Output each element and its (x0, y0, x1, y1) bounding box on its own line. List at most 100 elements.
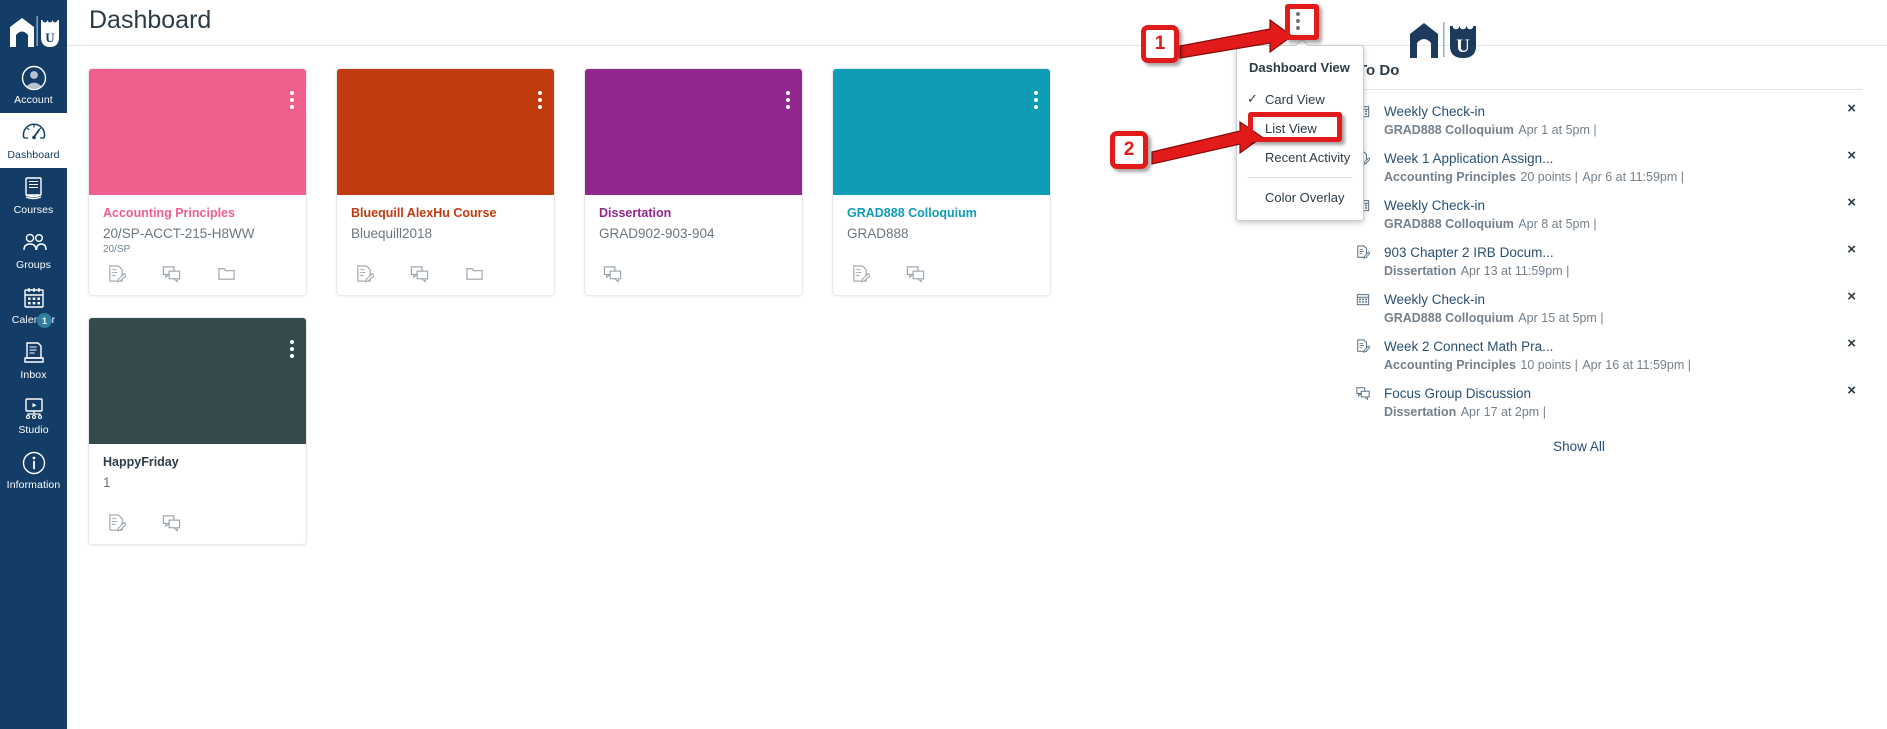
kebab-dot (1034, 105, 1038, 109)
sidebar-item-account[interactable]: Account (0, 58, 67, 113)
course-card-body: Bluequill AlexHu Course Bluequill2018 (337, 195, 554, 243)
todo-show-all-link[interactable]: Show All (1350, 439, 1870, 454)
todo-item-dismiss-button[interactable]: × (1847, 242, 1856, 258)
assignment-icon (1356, 245, 1371, 264)
menu-item-list-view[interactable]: List View (1237, 114, 1363, 143)
announcements-icon[interactable] (851, 264, 870, 283)
discussions-icon (1356, 386, 1370, 405)
todo-item-link[interactable]: Weekly Check-in (1384, 196, 1832, 215)
course-card[interactable]: Accounting Principles 20/SP-ACCT-215-H8W… (88, 68, 307, 296)
dashboard-view-menu: Dashboard View ✓ Card View List View Rec… (1236, 45, 1364, 221)
todo-item-course: Accounting Principles (1384, 358, 1516, 372)
sidebar-logo[interactable]: U (0, 0, 67, 58)
course-card-code: 20/SP-ACCT-215-H8WW (103, 226, 255, 241)
dashboard-gauge-icon (21, 120, 47, 146)
course-card-title[interactable]: GRAD888 Colloquium (847, 205, 1036, 221)
discussions-icon[interactable] (410, 264, 429, 283)
todo-item-link[interactable]: Week 2 Connect Math Pra... (1384, 337, 1832, 356)
todo-list-item: Week 2 Connect Math Pra... Accounting Pr… (1350, 331, 1870, 378)
inbox-tray-icon (21, 340, 47, 366)
sidebar-item-dashboard[interactable]: Dashboard (0, 113, 67, 168)
sidebar-item-label: Groups (15, 259, 52, 271)
todo-list-item: Week 1 Application Assign... Accounting … (1350, 143, 1870, 190)
todo-item-link[interactable]: Week 1 Application Assign... (1384, 149, 1832, 168)
course-card-options-button[interactable] (1034, 91, 1038, 109)
todo-item-due: Apr 6 at 11:59pm | (1582, 170, 1685, 184)
todo-item-dismiss-button[interactable]: × (1847, 195, 1856, 211)
kebab-dot (1034, 91, 1038, 95)
sidebar-item-inbox[interactable]: Inbox (0, 333, 67, 388)
course-card-title[interactable]: HappyFriday (103, 454, 292, 470)
kebab-dot (786, 91, 790, 95)
todo-item-dismiss-button[interactable]: × (1847, 383, 1856, 399)
todo-item-dismiss-button[interactable]: × (1847, 148, 1856, 164)
todo-item-link[interactable]: Focus Group Discussion (1384, 384, 1832, 403)
course-card[interactable]: GRAD888 Colloquium GRAD888 (832, 68, 1051, 296)
course-card-color-header[interactable] (833, 69, 1050, 195)
todo-item-link[interactable]: Weekly Check-in (1384, 102, 1832, 121)
todo-item-dismiss-button[interactable]: × (1847, 289, 1856, 305)
discussions-icon[interactable] (162, 513, 181, 532)
course-card[interactable]: Dissertation GRAD902-903-904 (584, 68, 803, 296)
todo-item-due: Apr 17 at 2pm | (1460, 405, 1546, 419)
menu-item-label: Color Overlay (1265, 190, 1345, 205)
course-card-title[interactable]: Dissertation (599, 205, 788, 221)
kebab-dot (290, 105, 294, 109)
sidebar-item-groups[interactable]: Groups (0, 223, 67, 278)
announcements-icon[interactable] (355, 264, 374, 283)
course-card-options-button[interactable] (290, 340, 294, 358)
course-card[interactable]: Bluequill AlexHu Course Bluequill2018 (336, 68, 555, 296)
menu-divider (1247, 177, 1353, 178)
menu-item-color-overlay[interactable]: Color Overlay (1237, 183, 1363, 212)
todo-item-points: 10 points | (1520, 358, 1578, 372)
course-card-options-button[interactable] (786, 91, 790, 109)
sidebar-item-information[interactable]: Information (0, 443, 67, 498)
groups-people-icon (21, 230, 47, 256)
sidebar-item-courses[interactable]: Courses (0, 168, 67, 223)
menu-item-label: List View (1265, 121, 1317, 136)
kebab-dot (1034, 98, 1038, 102)
course-card[interactable]: HappyFriday 1 (88, 317, 307, 545)
course-card-title[interactable]: Bluequill AlexHu Course (351, 205, 540, 221)
todo-item-link[interactable]: 903 Chapter 2 IRB Docum... (1384, 243, 1832, 262)
menu-item-recent-activity[interactable]: Recent Activity (1237, 143, 1363, 172)
files-icon[interactable] (465, 264, 484, 283)
todo-item-dismiss-button[interactable]: × (1847, 101, 1856, 117)
course-card-title[interactable]: Accounting Principles (103, 205, 292, 221)
dashboard-options-kebab-button[interactable] (1283, 5, 1313, 36)
discussions-icon[interactable] (906, 264, 925, 283)
check-icon: ✓ (1247, 91, 1258, 106)
course-card-code: Bluequill2018 (351, 226, 433, 241)
sidebar-item-label: Inbox (20, 369, 47, 381)
inbox-unread-badge: 1 (37, 313, 52, 328)
todo-item-link[interactable]: Weekly Check-in (1384, 290, 1832, 309)
assignment-icon (1356, 339, 1371, 358)
kebab-dot (290, 98, 294, 102)
todo-item-dismiss-button[interactable]: × (1847, 336, 1856, 352)
course-card-code: 1 (103, 475, 111, 490)
sidebar-item-studio[interactable]: Studio (0, 388, 67, 443)
todo-item-course: Dissertation (1384, 264, 1457, 278)
kebab-dot (1296, 11, 1300, 16)
files-icon[interactable] (217, 264, 236, 283)
kebab-dot (290, 91, 294, 95)
calendar-icon (1356, 292, 1370, 311)
course-card-color-header[interactable] (337, 69, 554, 195)
sidebar-item-label: Account (14, 94, 53, 106)
course-card-color-header[interactable] (585, 69, 802, 195)
sidebar-item-label: Dashboard (7, 149, 60, 161)
menu-item-card-view[interactable]: ✓ Card View (1237, 85, 1363, 114)
sidebar-item-calendar[interactable]: Calendar 1 (0, 278, 67, 333)
announcements-icon[interactable] (107, 264, 126, 283)
todo-item-due: Apr 15 at 5pm | (1518, 311, 1604, 325)
todo-divider (1358, 89, 1862, 90)
menu-heading: Dashboard View (1249, 60, 1350, 75)
course-card-options-button[interactable] (538, 91, 542, 109)
course-card-color-header[interactable] (89, 318, 306, 444)
course-card-options-button[interactable] (290, 91, 294, 109)
discussions-icon[interactable] (603, 264, 622, 283)
kebab-dot (786, 105, 790, 109)
discussions-icon[interactable] (162, 264, 181, 283)
announcements-icon[interactable] (107, 513, 126, 532)
course-card-color-header[interactable] (89, 69, 306, 195)
